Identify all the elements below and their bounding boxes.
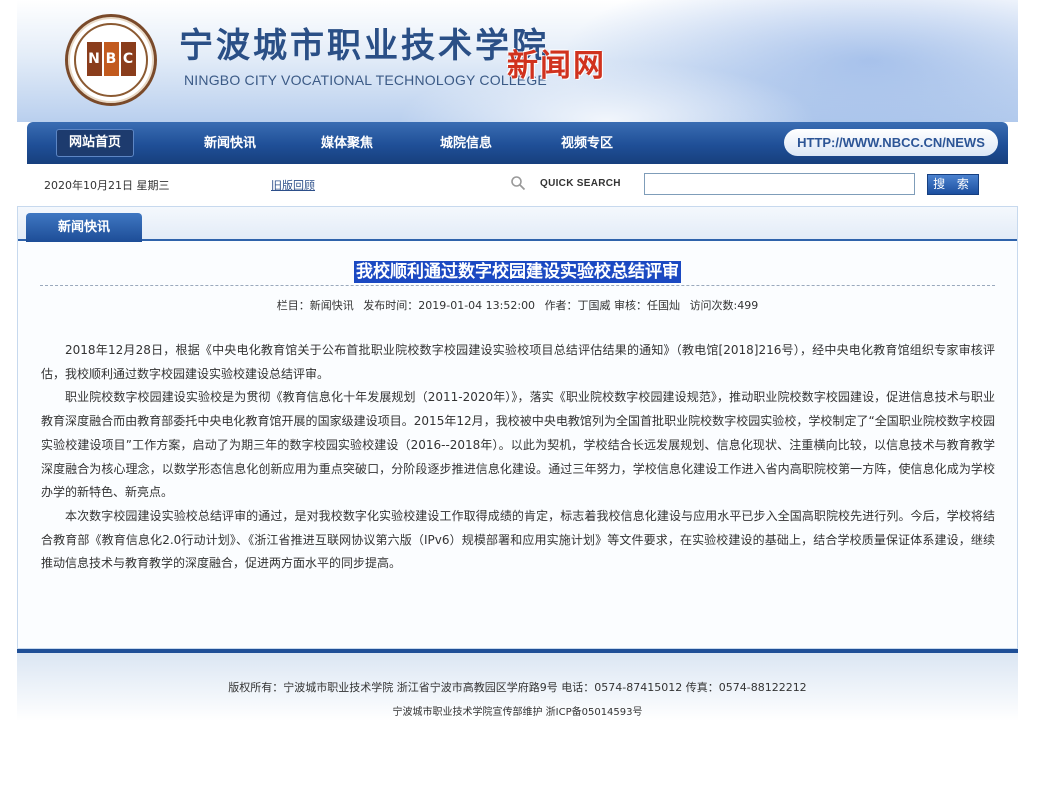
meta-views: 访问次数:499 <box>689 299 759 312</box>
meta-published: 发布时间：2019-01-04 13:52:00 <box>363 299 536 312</box>
logo-emblem: NBC <box>86 42 136 76</box>
title-divider <box>40 285 995 286</box>
article-meta: 栏目：新闻快讯 发布时间：2019-01-04 13:52:00 作者：丁国威 … <box>18 297 1017 313</box>
college-name-cn: 宁波城市职业技术学院 <box>179 26 549 66</box>
article-title-text: 我校顺利通过数字校园建设实验校总结评审 <box>354 261 681 283</box>
main-nav: 网站首页 新闻快讯 媒体聚焦 城院信息 视频专区 HTTP://WWW.NBCC… <box>27 122 1008 164</box>
article-paragraph: 本次数字校园建设实验校总结评审的通过，是对我校数字化实验校建设工作取得成绩的肯定… <box>41 508 995 571</box>
footer-copyright: 版权所有：宁波城市职业技术学院 浙江省宁波市高教园区学府路9号 电话：0574-… <box>228 681 807 694</box>
nav-item-media[interactable]: 媒体聚焦 <box>321 131 373 157</box>
toolbar: 2020年10月21日 星期三 旧版回顾 QUICK SEARCH 搜 索 <box>17 164 1018 206</box>
article-paragraph: 2018年12月28日，根据《中央电化教育馆关于公布首批职业院校数字校园建设实验… <box>41 343 995 381</box>
meta-author: 作者：丁国威 审核：任国灿 <box>544 299 681 312</box>
article-title: 我校顺利通过数字校园建设实验校总结评审 <box>18 257 1017 283</box>
search-button[interactable]: 搜 索 <box>927 174 979 195</box>
panel-tabstrip: 新闻快讯 <box>18 207 1017 242</box>
article-paragraph: 职业院校数字校园建设实验校是为贯彻《教育信息化十年发展规划（2011-2020年… <box>41 390 995 500</box>
search-icon <box>511 176 526 191</box>
college-logo[interactable]: NBC <box>65 14 157 106</box>
content-panel: 新闻快讯 我校顺利通过数字校园建设实验校总结评审 栏目：新闻快讯 发布时间：20… <box>17 206 1018 649</box>
meta-column: 栏目：新闻快讯 <box>276 299 354 312</box>
tab-news[interactable]: 新闻快讯 <box>26 213 142 242</box>
page: NBC 宁波城市职业技术学院 NINGBO CITY VOCATIONAL TE… <box>17 0 1018 721</box>
college-name-en: NINGBO CITY VOCATIONAL TECHNOLOGY COLLEG… <box>184 72 547 88</box>
search-input[interactable] <box>644 173 915 195</box>
quick-search-label: QUICK SEARCH <box>540 178 621 189</box>
site-footer: 版权所有：宁波城市职业技术学院 浙江省宁波市高教园区学府路9号 电话：0574-… <box>17 653 1018 721</box>
old-version-link[interactable]: 旧版回顾 <box>271 177 315 193</box>
footer-icp: 宁波城市职业技术学院宣传部维护 浙ICP备05014593号 <box>392 707 643 718</box>
nav-item-home[interactable]: 网站首页 <box>56 129 135 157</box>
news-site-label: 新闻网 <box>507 48 606 84</box>
nav-item-video[interactable]: 视频专区 <box>561 131 613 157</box>
nav-item-news[interactable]: 新闻快讯 <box>204 131 256 157</box>
nav-item-college-info[interactable]: 城院信息 <box>440 131 492 157</box>
site-url-badge[interactable]: HTTP://WWW.NBCC.CN/NEWS <box>784 129 998 156</box>
current-date: 2020年10月21日 星期三 <box>44 179 170 192</box>
site-banner: NBC 宁波城市职业技术学院 NINGBO CITY VOCATIONAL TE… <box>17 0 1018 122</box>
article-body: 2018年12月28日，根据《中央电化教育馆关于公布首批职业院校数字校园建设实验… <box>41 339 995 576</box>
